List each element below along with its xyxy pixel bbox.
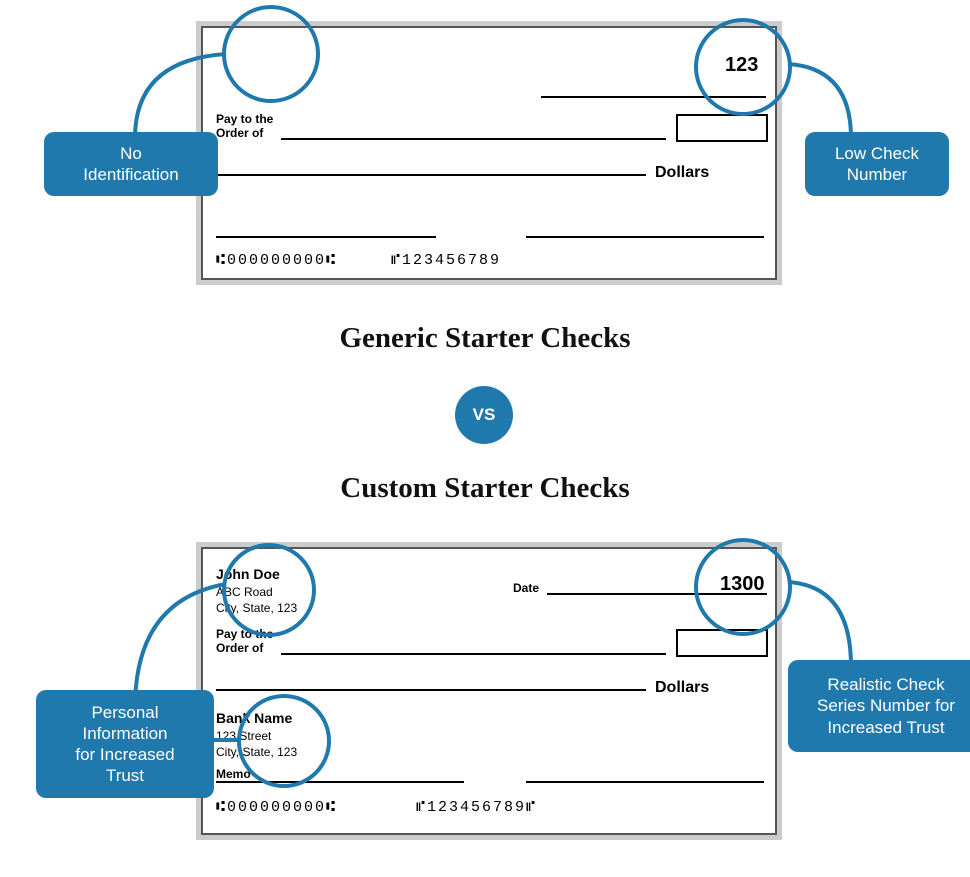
heading-custom: Custom Starter Checks [0,472,970,505]
payee-line [281,138,666,140]
generic-check-number: 123 [725,54,758,77]
pill-no-identification: No Identification [44,132,218,196]
dollars-line [216,174,646,176]
pill-low-check-number: Low Check Number [805,132,949,196]
amount-box [676,114,768,142]
dollars-line-custom [216,689,646,691]
circle-no-identification [222,5,320,103]
diagram-stage: Pay to the Order of Dollars ⑆000000000⑆ … [0,0,970,877]
micr-account-custom: ⑈123456789⑈ [416,799,537,816]
connector-left-top [130,50,230,140]
connector-right-bottom [785,578,855,668]
connector-right-top [785,60,855,140]
memo-line [216,236,436,238]
micr-account: ⑈123456789 [391,252,501,269]
micr-routing-custom: ⑆000000000⑆ [216,799,337,816]
pill-realistic-number: Realistic Check Series Number for Increa… [788,660,970,752]
dollars-label-custom: Dollars [655,679,709,697]
signature-line-custom [526,781,764,783]
pill-personal-info: Personal Information for Increased Trust [36,690,214,798]
date-label: Date [513,581,539,595]
circle-personal-info-bank [237,694,331,788]
heading-generic: Generic Starter Checks [0,322,970,355]
dollars-label: Dollars [655,164,709,182]
circle-personal-info-name [222,543,316,637]
vs-badge: VS [455,386,513,444]
signature-line [526,236,764,238]
memo-line-custom [216,781,464,783]
micr-routing: ⑆000000000⑆ [216,252,337,269]
custom-check-number: 1300 [720,573,765,596]
payee-line-custom [281,653,666,655]
